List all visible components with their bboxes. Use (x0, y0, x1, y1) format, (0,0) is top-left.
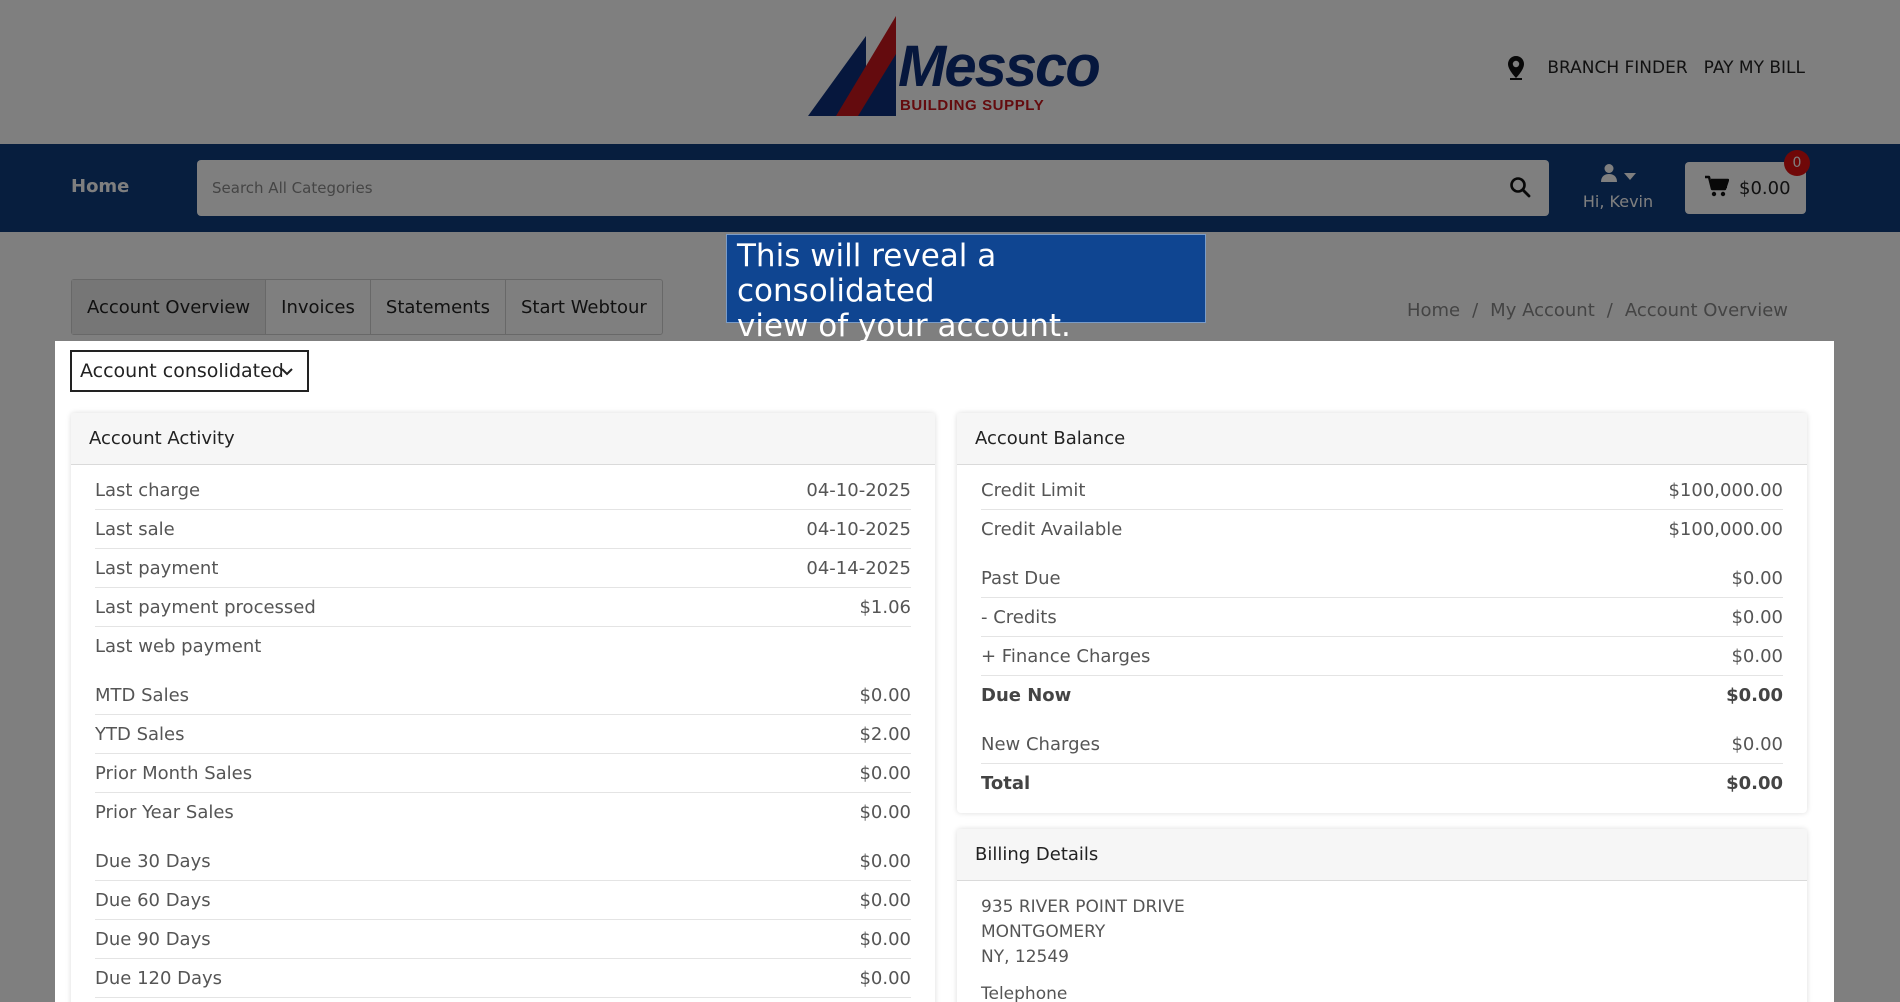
row-value: $2.00 (859, 723, 911, 745)
billing-details-panel: Billing Details 935 RIVER POINT DRIVE MO… (957, 829, 1807, 1002)
row-label: YTD Sales (95, 723, 185, 745)
row-value: $0.00 (1726, 685, 1783, 706)
telephone-label: Telephone (981, 984, 1068, 1002)
activity-row: Last web payment (95, 627, 911, 666)
row-label: Due 90 Days (95, 928, 211, 950)
activity-row: Due 60 Days $0.00 (95, 881, 911, 920)
panel-title: Account Balance (957, 413, 1807, 465)
panel-title: Billing Details (957, 829, 1807, 881)
account-select-value: Account consolidated (80, 360, 284, 382)
row-label: Last payment (95, 557, 219, 579)
row-value: 04-10-2025 (806, 479, 911, 501)
row-label: + Finance Charges (981, 645, 1151, 667)
row-value: $0.00 (1731, 606, 1783, 628)
activity-row: Due 120 Days $0.00 (95, 959, 911, 998)
row-label: Last web payment (95, 636, 262, 657)
row-value: $0.00 (1731, 733, 1783, 755)
row-label: Prior Month Sales (95, 762, 253, 784)
row-label: Due 30 Days (95, 850, 211, 872)
activity-row: MTD Sales $0.00 (95, 676, 911, 715)
row-value: $0.00 (1731, 567, 1783, 589)
balance-row: New Charges $0.00 (981, 725, 1783, 764)
balance-row: Credit Limit $100,000.00 (981, 471, 1783, 510)
row-label: Past Due (981, 567, 1061, 589)
row-label: - Credits (981, 606, 1057, 628)
webtour-tooltip: This will reveal a consolidated view of … (726, 234, 1206, 344)
row-label: Credit Limit (981, 479, 1086, 501)
row-value: $0.00 (859, 967, 911, 989)
balance-row: + Finance Charges $0.00 (981, 637, 1783, 676)
activity-row: Last sale 04-10-2025 (95, 510, 911, 549)
row-label: Last charge (95, 479, 201, 501)
address-line-2: MONTGOMERY (981, 922, 1106, 942)
row-label: Credit Available (981, 519, 1123, 540)
row-label: Last payment processed (95, 596, 316, 618)
row-value: $0.00 (859, 928, 911, 950)
row-value: $100,000.00 (1668, 479, 1783, 501)
tooltip-line-2: view of your account. (737, 308, 1071, 344)
chevron-down-icon (279, 362, 295, 378)
activity-row: Prior Year Sales $0.00 (95, 793, 911, 832)
panel-title: Account Activity (71, 413, 935, 465)
row-value: $1.06 (859, 596, 911, 618)
row-value: $100,000.00 (1668, 519, 1783, 540)
row-value: $0.00 (859, 802, 911, 823)
row-value: 04-14-2025 (806, 557, 911, 579)
row-value: $0.00 (859, 762, 911, 784)
tooltip-line-1: This will reveal a consolidated (737, 238, 997, 309)
row-value: $0.00 (859, 889, 911, 911)
activity-row: YTD Sales $2.00 (95, 715, 911, 754)
balance-row: - Credits $0.00 (981, 598, 1783, 637)
row-value: $0.00 (1726, 773, 1783, 794)
row-label: Due Now (981, 685, 1072, 706)
account-select-dropdown[interactable]: Account consolidated (70, 350, 309, 392)
balance-row: Credit Available $100,000.00 (981, 510, 1783, 549)
balance-row-due-now: Due Now $0.00 (981, 676, 1783, 715)
balance-row-total: Total $0.00 (981, 764, 1783, 803)
row-label: Due 60 Days (95, 889, 211, 911)
activity-row: Due 30 Days $0.00 (95, 842, 911, 881)
activity-row: Last payment processed $1.06 (95, 588, 911, 627)
row-label: New Charges (981, 733, 1100, 755)
row-value: 04-10-2025 (806, 518, 911, 540)
address-line-3: NY, 12549 (981, 947, 1069, 967)
row-label: Prior Year Sales (95, 802, 234, 823)
row-label: Total (981, 773, 1031, 794)
account-balance-panel: Account Balance Credit Limit $100,000.00 … (957, 413, 1807, 813)
row-label: Last sale (95, 518, 175, 540)
address-line-1: 935 RIVER POINT DRIVE (981, 897, 1185, 917)
activity-row: Due 90 Days $0.00 (95, 920, 911, 959)
activity-row: Prior Month Sales $0.00 (95, 754, 911, 793)
activity-row: Last payment 04-14-2025 (95, 549, 911, 588)
activity-row: Last charge 04-10-2025 (95, 471, 911, 510)
row-value: $0.00 (859, 850, 911, 872)
row-value: $0.00 (859, 684, 911, 706)
account-activity-panel: Account Activity Last charge 04-10-2025 L… (71, 413, 935, 1002)
balance-row: Past Due $0.00 (981, 559, 1783, 598)
row-value: $0.00 (1731, 645, 1783, 667)
row-label: Due 120 Days (95, 967, 223, 989)
row-label: MTD Sales (95, 684, 190, 706)
account-content: Account consolidated Account Activity La… (55, 341, 1834, 1002)
